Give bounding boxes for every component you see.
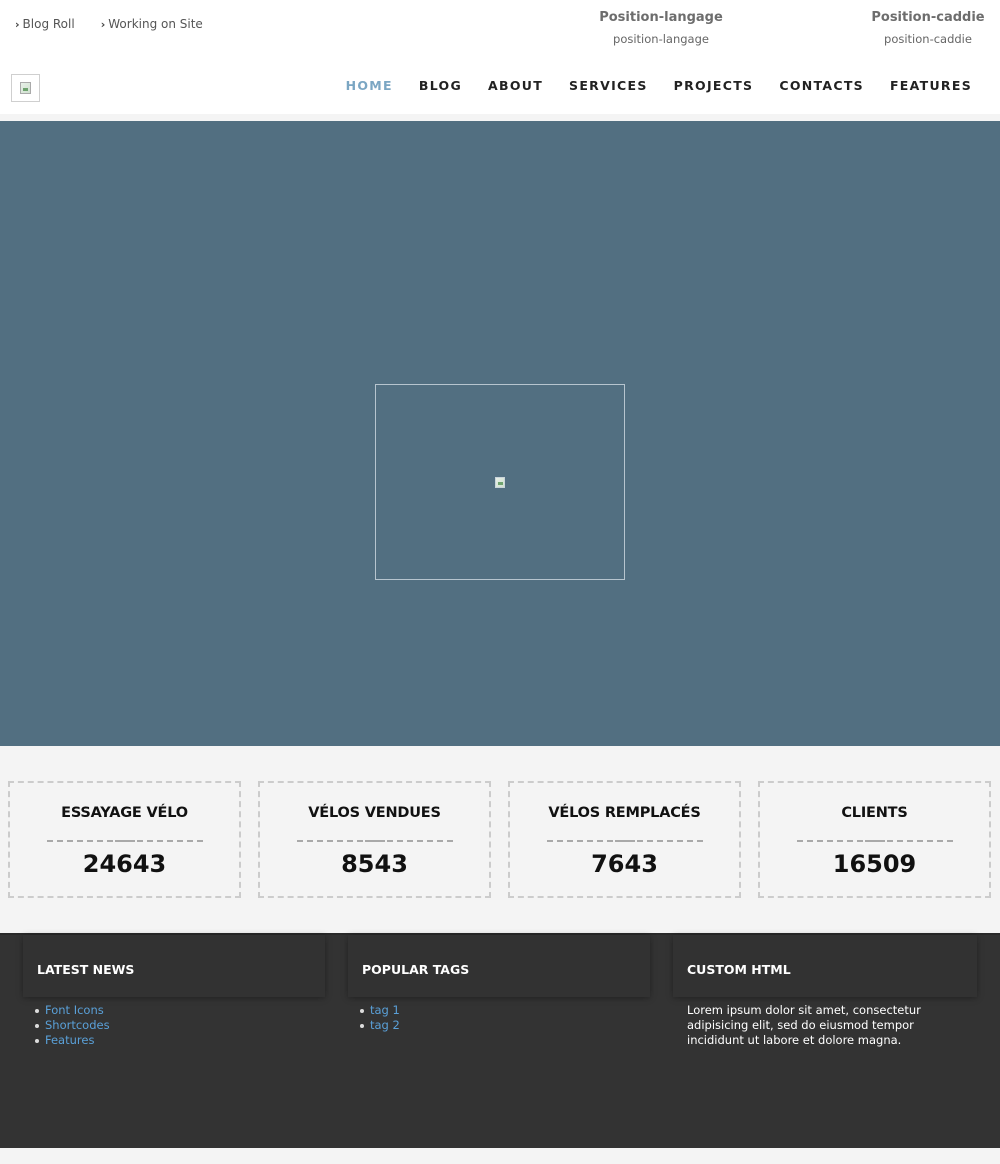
footer-widget-title: LATEST NEWS [23,935,325,997]
nav-item-projects[interactable]: PROJECTS [674,78,754,94]
popular-tags-list: tag 1 tag 2 [348,1003,650,1033]
position-langage-block: Position-langage position-langage [594,10,728,46]
counter-value: 8543 [341,850,408,878]
counter-divider [796,840,953,842]
latest-news-link-shortcodes[interactable]: Shortcodes [35,1018,325,1033]
counter-title: VÉLOS REMPLACÉS [548,805,701,821]
top-link-blog-roll[interactable]: › Blog Roll [15,17,75,31]
broken-image-icon [495,476,505,488]
counter-velos-vendues: VÉLOS VENDUES 8543 [258,781,491,898]
site-header: › Blog Roll › Working on Site Position-l… [0,0,1000,114]
nav-item-contacts[interactable]: CONTACTS [779,78,864,94]
counter-title: ESSAYAGE VÉLO [61,805,188,821]
nav-item-services[interactable]: SERVICES [569,78,648,94]
position-langage-title: Position-langage [599,10,723,25]
counter-velos-remplaces: VÉLOS REMPLACÉS 7643 [508,781,741,898]
chevron-right-icon: › [100,17,106,31]
nav-item-about[interactable]: ABOUT [488,78,543,94]
tag-link-2[interactable]: tag 2 [360,1018,650,1033]
counter-value: 24643 [82,850,167,878]
counter-value: 7643 [591,850,658,878]
position-caddie-block: Position-caddie position-caddie [866,10,990,46]
counter-essayage-velo: ESSAYAGE VÉLO 24643 [8,781,241,898]
latest-news-link-font-icons[interactable]: Font Icons [35,1003,325,1018]
position-langage-subtitle: position-langage [613,32,709,46]
nav-item-home[interactable]: HOME [346,78,393,94]
counter-divider [546,840,703,842]
nav-item-features[interactable]: FEATURES [890,78,972,94]
latest-news-link-features[interactable]: Features [35,1033,325,1048]
broken-image-icon [20,82,31,94]
top-link-label: Working on Site [108,17,203,31]
site-logo[interactable] [11,74,40,102]
counter-value: 16509 [832,850,917,878]
hero-banner [0,121,1000,746]
counter-clients: CLIENTS 16509 [758,781,991,898]
tag-link-1[interactable]: tag 1 [360,1003,650,1018]
footer-widget-title: POPULAR TAGS [348,935,650,997]
counter-divider [296,840,453,842]
site-footer: LATEST NEWS Font Icons Shortcodes Featur… [0,933,1000,1148]
counter-divider [46,840,203,842]
hero-image-frame [375,384,625,580]
page-bottom-strip [0,1148,1000,1164]
top-link-label: Blog Roll [22,17,75,31]
position-caddie-title: Position-caddie [871,10,985,25]
counter-title: VÉLOS VENDUES [308,805,441,821]
footer-latest-news: LATEST NEWS Font Icons Shortcodes Featur… [23,935,325,1048]
custom-html-text: Lorem ipsum dolor sit amet, consectetur … [687,1003,921,1047]
counter-title: CLIENTS [841,805,908,821]
footer-popular-tags: POPULAR TAGS tag 1 tag 2 [348,935,650,1033]
latest-news-list: Font Icons Shortcodes Features [23,1003,325,1048]
footer-widget-title: CUSTOM HTML [673,935,977,997]
nav-item-blog[interactable]: BLOG [419,78,462,94]
main-nav: HOME BLOG ABOUT SERVICES PROJECTS CONTAC… [320,78,972,94]
top-links: › Blog Roll › Working on Site [15,17,229,31]
position-caddie-subtitle: position-caddie [884,32,972,46]
chevron-right-icon: › [15,17,20,31]
footer-custom-html: CUSTOM HTML Lorem ipsum dolor sit amet, … [673,935,977,1048]
top-link-working-on-site[interactable]: › Working on Site [101,17,203,31]
